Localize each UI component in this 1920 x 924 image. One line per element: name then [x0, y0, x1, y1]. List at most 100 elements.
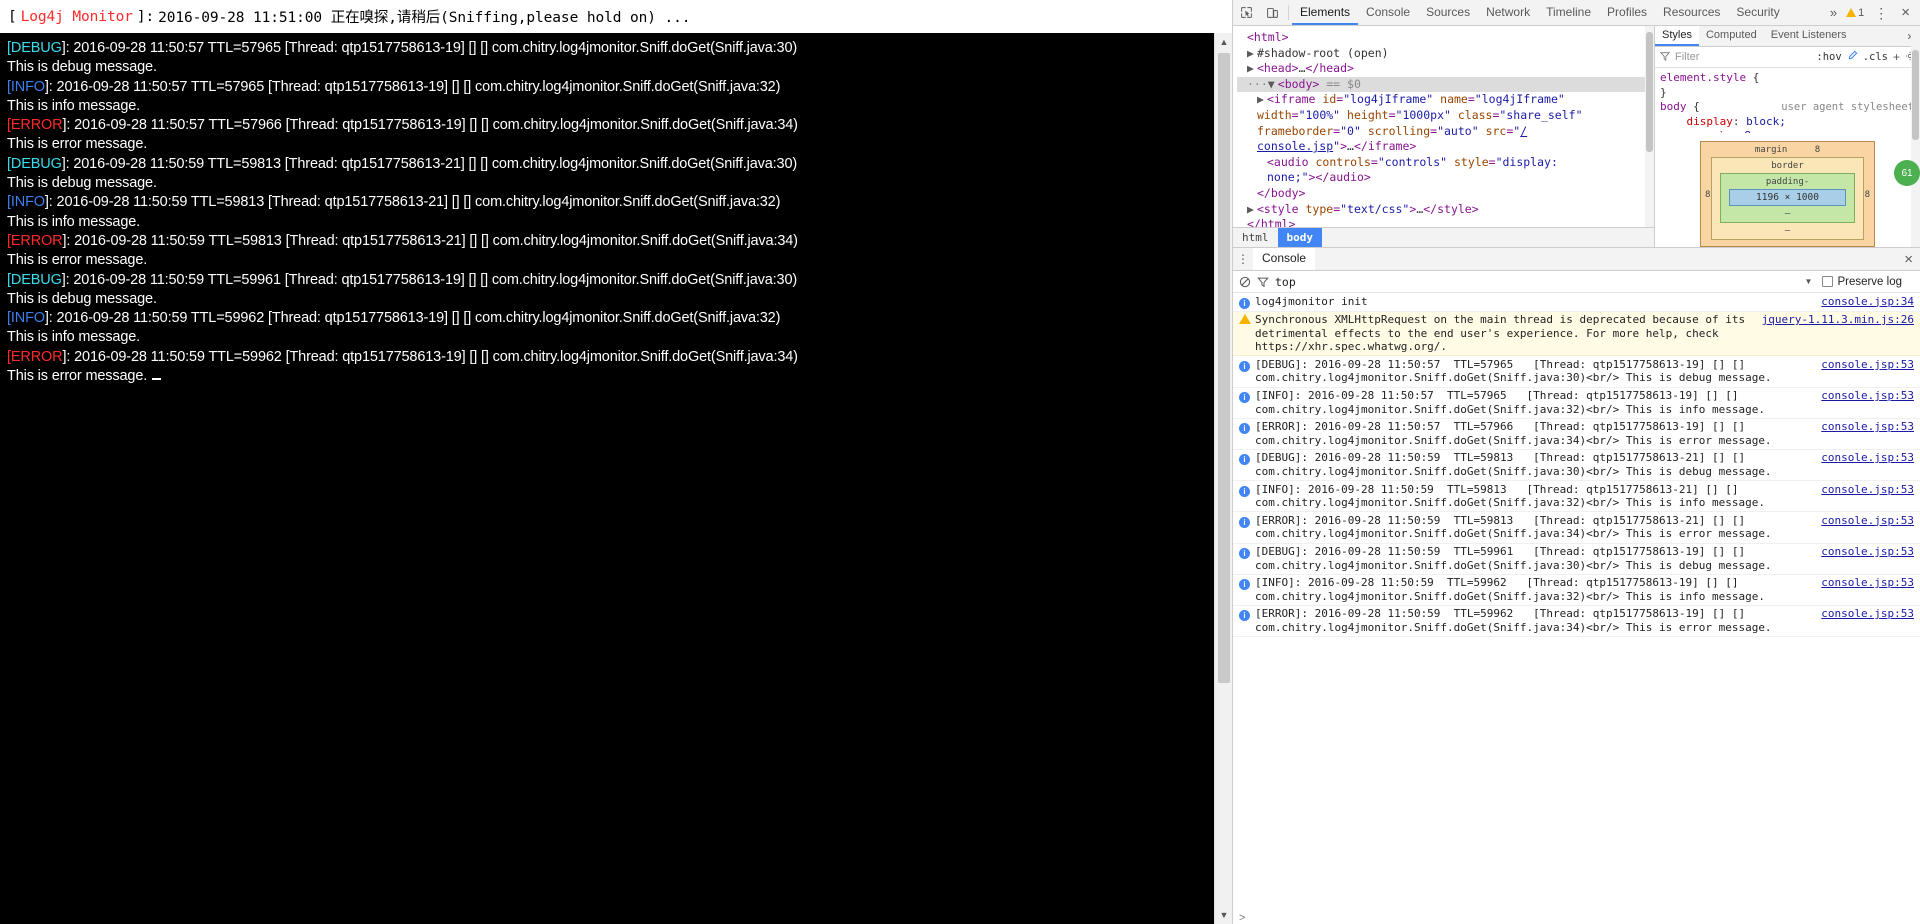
tab-security[interactable]: Security	[1728, 0, 1787, 25]
dom-node-line[interactable]: console.jsp">…</iframe>	[1237, 139, 1654, 155]
console-messages[interactable]: i log4jmonitor init console.jsp:34 Synchron…	[1233, 293, 1920, 909]
element-classes-button[interactable]: .cls	[1863, 51, 1888, 63]
tab-resources[interactable]: Resources	[1655, 0, 1728, 25]
dom-tree-scrollbar[interactable]	[1645, 26, 1654, 247]
dom-node-line[interactable]: <audio controls="controls" style="displa…	[1237, 155, 1654, 171]
console-message-row[interactable]: i [ERROR]: 2016-09-28 11:50:57 TTL=57966 …	[1233, 419, 1920, 450]
styles-tab-computed[interactable]: Computed	[1699, 26, 1764, 46]
style-rule-header[interactable]: body {user agent stylesheet	[1660, 100, 1920, 115]
box-border-bottom[interactable]: –	[1712, 225, 1863, 236]
console-message-row[interactable]: i [ERROR]: 2016-09-28 11:50:59 TTL=59813 …	[1233, 512, 1920, 544]
clear-console-icon[interactable]	[1239, 276, 1251, 288]
box-margin-right[interactable]: 8	[1865, 190, 1870, 200]
drawer-menu-icon[interactable]: ⋮	[1233, 248, 1253, 270]
console-message-row[interactable]: i [INFO]: 2016-09-28 11:50:57 TTL=57965 […	[1233, 388, 1920, 419]
header-status-text: 2016-09-28 11:51:00 正在嗅探,请稍后(Sniffing,pl…	[158, 10, 691, 26]
console-message-row[interactable]: i log4jmonitor init console.jsp:34	[1233, 293, 1920, 312]
console-message-row[interactable]: i [DEBUG]: 2016-09-28 11:50:59 TTL=59961 …	[1233, 544, 1920, 575]
box-margin-top[interactable]: 8	[1793, 145, 1820, 155]
dom-scroll-thumb[interactable]	[1646, 32, 1653, 152]
dom-node-line[interactable]: frameborder="0" scrolling="auto" src="/	[1237, 124, 1654, 140]
box-content-size[interactable]: 1196 × 1000	[1729, 189, 1846, 206]
dom-node-line[interactable]: ▶ #shadow-root (open)	[1237, 46, 1654, 62]
console-source-link[interactable]: console.jsp:53	[1821, 545, 1914, 559]
log-level-badge: [ERROR	[7, 117, 63, 134]
console-context-selector[interactable]: top	[1275, 275, 1296, 289]
console-filter-icon[interactable]	[1257, 276, 1269, 288]
dom-node-line[interactable]: width="100%" height="1000px" class="shar…	[1237, 108, 1654, 124]
log-message: This is info message.	[7, 97, 141, 114]
styles-tabbar: StylesComputedEvent Listeners»	[1655, 26, 1920, 47]
dom-node-line[interactable]: ▶ <head>…</head>	[1237, 61, 1654, 77]
styles-filter-input[interactable]: Filter	[1675, 51, 1811, 63]
box-padding-bottom[interactable]: –	[1721, 208, 1854, 219]
console-source-link[interactable]: console.jsp:53	[1821, 576, 1914, 590]
inspect-element-icon[interactable]	[1233, 0, 1259, 25]
device-toolbar-icon[interactable]	[1259, 0, 1285, 25]
dom-node-line[interactable]: none;"></audio>	[1237, 170, 1654, 186]
styles-tab-event-listeners[interactable]: Event Listeners	[1764, 26, 1854, 46]
color-picker-icon[interactable]	[1847, 50, 1858, 64]
styles-rules-list[interactable]: element.style {} body {user agent stylesh…	[1655, 68, 1920, 133]
tab-timeline[interactable]: Timeline	[1538, 0, 1599, 25]
breadcrumb-item-html[interactable]: html	[1233, 228, 1278, 247]
console-source-link[interactable]: console.jsp:53	[1821, 358, 1914, 372]
style-declaration[interactable]: ▶margin: 8px;	[1660, 129, 1920, 133]
preserve-log-checkbox[interactable]	[1822, 276, 1834, 287]
tab-console[interactable]: Console	[1253, 248, 1316, 270]
console-message-row[interactable]: i [DEBUG]: 2016-09-28 11:50:57 TTL=57965 …	[1233, 356, 1920, 388]
console-message-row[interactable]: Synchronous XMLHttpRequest on the main t…	[1233, 311, 1920, 357]
scroll-thumb[interactable]	[1218, 53, 1230, 683]
console-source-link[interactable]: console.jsp:53	[1821, 483, 1914, 497]
tab-network[interactable]: Network	[1478, 0, 1538, 25]
styles-tab-styles[interactable]: Styles	[1655, 26, 1699, 46]
console-source-link[interactable]: console.jsp:53	[1821, 514, 1914, 528]
console-prompt[interactable]: >	[1233, 909, 1920, 924]
dom-node-line[interactable]: ···▼ <body> == $0	[1237, 76, 1654, 93]
page-scrollbar[interactable]: ▲ ▼	[1214, 33, 1232, 924]
console-source-link[interactable]: jquery-1.11.3.min.js:26	[1762, 313, 1914, 327]
warning-count-indicator[interactable]: 1	[1843, 7, 1867, 19]
style-rule-header[interactable]: element.style {	[1660, 71, 1920, 86]
floating-status-badge[interactable]: 61	[1894, 160, 1920, 186]
box-model-diagram[interactable]: margin 8 border padding- 1196 × 1000 – –…	[1700, 141, 1875, 247]
tab-console[interactable]: Console	[1358, 0, 1418, 25]
tab-profiles[interactable]: Profiles	[1599, 0, 1655, 25]
box-margin-left[interactable]: 8	[1705, 190, 1710, 200]
console-source-link[interactable]: console.jsp:53	[1821, 420, 1914, 434]
dom-tree[interactable]: <html> ▶ #shadow-root (open) ▶ <head>…</head…	[1233, 26, 1655, 247]
console-message-row[interactable]: i [INFO]: 2016-09-28 11:50:59 TTL=59962 […	[1233, 575, 1920, 606]
drawer-close-icon[interactable]: ×	[1897, 248, 1920, 270]
preserve-log-toggle[interactable]: Preserve log	[1822, 276, 1914, 288]
dom-node-line[interactable]: ▶ <iframe id="log4jIframe" name="log4jIfr…	[1237, 92, 1654, 108]
tab-elements[interactable]: Elements	[1292, 0, 1359, 25]
styles-scroll-thumb[interactable]	[1912, 50, 1919, 140]
log-output-area: [DEBUG]: 2016-09-28 11:50:57 TTL=57965 […	[0, 33, 1214, 924]
info-icon: i	[1239, 514, 1255, 529]
new-style-rule-button[interactable]: +	[1893, 50, 1900, 64]
box-padding-area[interactable]: padding- 1196 × 1000 –	[1720, 173, 1855, 223]
scroll-up-arrow[interactable]: ▲	[1215, 33, 1233, 51]
console-message-row[interactable]: i [ERROR]: 2016-09-28 11:50:59 TTL=59962 …	[1233, 606, 1920, 638]
console-source-link[interactable]: console.jsp:53	[1821, 607, 1914, 621]
console-source-link[interactable]: console.jsp:53	[1821, 389, 1914, 403]
dom-node-line[interactable]: </body>	[1237, 186, 1654, 202]
scroll-down-arrow[interactable]: ▼	[1215, 906, 1233, 924]
styles-scrollbar[interactable]	[1911, 26, 1920, 247]
hover-state-button[interactable]: :hov	[1816, 51, 1841, 63]
console-source-link[interactable]: console.jsp:34	[1821, 295, 1914, 309]
more-tabs-button[interactable]: »	[1824, 0, 1843, 25]
tab-sources[interactable]: Sources	[1418, 0, 1478, 25]
devtools-menu-icon[interactable]: ⋮	[1869, 6, 1893, 20]
devtools-close-icon[interactable]: ×	[1895, 4, 1916, 21]
breadcrumb-item-body[interactable]: body	[1277, 228, 1322, 247]
log-level-badge: [ERROR	[7, 232, 63, 249]
box-border-area[interactable]: border padding- 1196 × 1000 – –	[1711, 157, 1864, 240]
context-dropdown-caret[interactable]: ▼	[1805, 277, 1817, 286]
dom-node-line[interactable]: ▶ <style type="text/css">…</style>	[1237, 202, 1654, 218]
dom-node-line[interactable]: <html>	[1237, 30, 1654, 46]
console-source-link[interactable]: console.jsp:53	[1821, 451, 1914, 465]
console-message-row[interactable]: i [INFO]: 2016-09-28 11:50:59 TTL=59813 […	[1233, 481, 1920, 513]
style-declaration[interactable]: display: block;	[1660, 115, 1920, 130]
console-message-row[interactable]: i [DEBUG]: 2016-09-28 11:50:59 TTL=59813 …	[1233, 450, 1920, 482]
